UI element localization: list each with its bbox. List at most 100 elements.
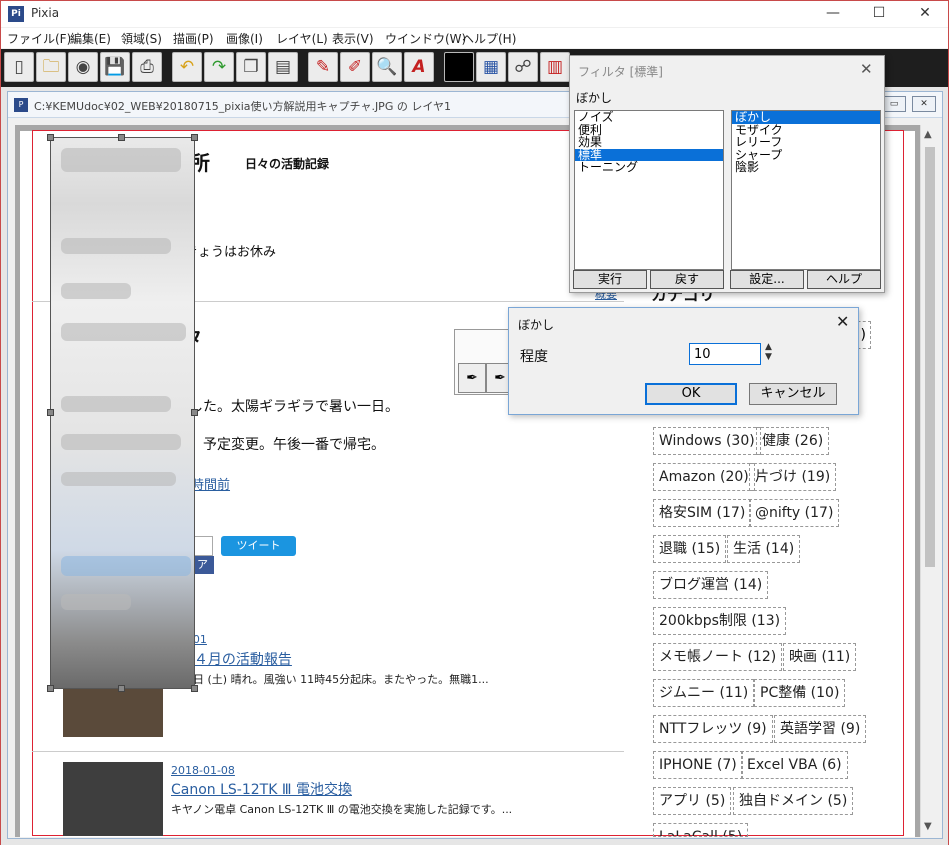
- undo-icon[interactable]: ↶: [172, 52, 202, 82]
- maximize-button[interactable]: ☐: [856, 1, 902, 27]
- blurred-text: [61, 323, 186, 341]
- palette-icon[interactable]: ▥: [540, 52, 570, 82]
- cancel-button[interactable]: キャンセル: [749, 383, 837, 405]
- document-icon: P: [14, 98, 28, 112]
- selection-handle[interactable]: [191, 685, 198, 692]
- category-tag[interactable]: アプリ (5): [653, 787, 732, 815]
- menu-selection[interactable]: 領域(S): [121, 30, 162, 47]
- filter-dialog-title: フィルタ [標準]: [578, 65, 663, 79]
- revert-button[interactable]: 戻す: [650, 270, 724, 289]
- vertical-scrollbar[interactable]: ▲ ▼: [920, 125, 938, 837]
- share-checkbox: [193, 536, 213, 556]
- blurred-button: [61, 556, 191, 576]
- filter-category-list[interactable]: ノイズ 便利 効果 標準 トーニング: [574, 110, 724, 270]
- menu-layer[interactable]: レイヤ(L): [276, 30, 328, 47]
- category-tag[interactable]: 格安SIM (17): [653, 499, 752, 527]
- close-button[interactable]: ✕: [902, 1, 948, 27]
- minimize-button[interactable]: —: [810, 1, 856, 27]
- menu-help[interactable]: ヘルプ(H): [462, 30, 516, 47]
- scroll-down-icon[interactable]: ▼: [924, 821, 932, 832]
- amount-input[interactable]: [689, 343, 761, 365]
- title-bar: Pi Pixia — ☐ ✕: [1, 1, 948, 27]
- category-tag[interactable]: 健康 (26): [756, 427, 830, 455]
- color-swatch-icon[interactable]: ■: [444, 52, 474, 82]
- zoom-icon[interactable]: 🔍: [372, 52, 402, 82]
- select-icon[interactable]: ☍: [508, 52, 538, 82]
- article-thumbnail: [63, 685, 163, 737]
- category-tag[interactable]: PC整備 (10): [754, 679, 846, 707]
- selection-handle[interactable]: [47, 134, 54, 141]
- list-item[interactable]: トーニング: [575, 161, 723, 174]
- post-line: した。太陽ギラギラで暑い一日。: [189, 399, 399, 415]
- blurred-text: [61, 283, 131, 299]
- article-date[interactable]: 2018-01-08: [171, 764, 235, 777]
- list-item[interactable]: 効果: [575, 136, 723, 149]
- pen-icon[interactable]: ✎: [308, 52, 338, 82]
- list-item[interactable]: レリーフ: [732, 136, 880, 149]
- document-restore-button[interactable]: ▭: [882, 96, 906, 112]
- filter-list[interactable]: ぼかし モザイク レリーフ シャープ 陰影: [731, 110, 881, 270]
- category-tag[interactable]: メモ帳ノート (12): [653, 643, 783, 671]
- scroll-up-icon[interactable]: ▲: [924, 129, 932, 140]
- close-icon[interactable]: ✕: [836, 312, 849, 331]
- selection-handle[interactable]: [191, 134, 198, 141]
- scrollbar-thumb[interactable]: [925, 147, 935, 567]
- divider: [32, 751, 624, 752]
- category-tag[interactable]: 独自ドメイン (5): [733, 787, 854, 815]
- category-tag[interactable]: 生活 (14): [727, 535, 801, 563]
- post-time-link[interactable]: 時間前: [191, 474, 230, 493]
- menu-edit[interactable]: 編集(E): [70, 30, 111, 47]
- close-icon[interactable]: ✕: [860, 60, 873, 78]
- selection-handle[interactable]: [47, 685, 54, 692]
- category-tag[interactable]: Amazon (20): [653, 463, 755, 491]
- run-button[interactable]: 実行: [573, 270, 647, 289]
- list-item[interactable]: ノイズ: [575, 111, 723, 124]
- category-tag[interactable]: ジムニー (11): [653, 679, 755, 707]
- layer-icon[interactable]: ▦: [476, 52, 506, 82]
- category-tag[interactable]: 200kbps制限 (13): [653, 607, 787, 635]
- category-tag[interactable]: 映画 (11): [783, 643, 857, 671]
- category-tag[interactable]: @nifty (17): [749, 499, 840, 527]
- category-tag[interactable]: IPHONE (7): [653, 751, 743, 779]
- brush-icon[interactable]: ✐: [340, 52, 370, 82]
- blurred-selection[interactable]: [50, 137, 195, 689]
- tweet-button[interactable]: ツイート: [221, 536, 296, 556]
- save-icon[interactable]: 💾: [100, 52, 130, 82]
- camera-icon[interactable]: ◉: [68, 52, 98, 82]
- selection-handle[interactable]: [47, 409, 54, 416]
- new-file-icon[interactable]: ▯: [4, 52, 34, 82]
- category-tag[interactable]: NTTフレッツ (9): [653, 715, 773, 743]
- text-icon[interactable]: A: [404, 52, 434, 82]
- selection-handle[interactable]: [191, 409, 198, 416]
- help-button[interactable]: ヘルプ: [807, 270, 881, 289]
- redo-icon[interactable]: ↷: [204, 52, 234, 82]
- category-tag[interactable]: 英語学習 (9): [774, 715, 867, 743]
- settings-button[interactable]: 設定...: [730, 270, 804, 289]
- menu-draw[interactable]: 描画(P): [173, 30, 214, 47]
- selection-handle[interactable]: [118, 134, 125, 141]
- category-tag[interactable]: Excel VBA (6): [741, 751, 848, 779]
- list-item[interactable]: 陰影: [732, 161, 880, 174]
- spin-arrows-icon[interactable]: ▲ ▼: [765, 342, 772, 362]
- document-close-button[interactable]: ✕: [912, 96, 936, 112]
- paste-icon[interactable]: ▤: [268, 52, 298, 82]
- category-tag[interactable]: LaLaCall (5): [653, 823, 749, 837]
- category-tag[interactable]: Windows (30): [653, 427, 761, 455]
- pixia-window: Pi Pixia — ☐ ✕ ファイル(F) 編集(E) 領域(S) 描画(P)…: [0, 0, 949, 845]
- ok-button[interactable]: OK: [645, 383, 737, 405]
- list-item-selected[interactable]: ぼかし: [732, 111, 880, 124]
- menu-image[interactable]: 画像(I): [226, 30, 263, 47]
- filter-selected-name: ぼかし: [576, 91, 613, 105]
- tool-thumbnail: ✒ ✒: [454, 329, 514, 395]
- category-tag[interactable]: 片づけ (19): [749, 463, 837, 491]
- copy-icon[interactable]: ❐: [236, 52, 266, 82]
- selection-handle[interactable]: [118, 685, 125, 692]
- category-tag[interactable]: 退職 (15): [653, 535, 727, 563]
- menu-file[interactable]: ファイル(F): [7, 30, 71, 47]
- print-icon[interactable]: ⎙: [132, 52, 162, 82]
- article-title[interactable]: Canon LS-12TK Ⅲ 電池交換: [171, 779, 352, 799]
- menu-window[interactable]: ウインドウ(W): [385, 30, 466, 47]
- category-tag[interactable]: ブログ運営 (14): [653, 571, 769, 599]
- menu-view[interactable]: 表示(V): [332, 30, 374, 47]
- open-folder-icon[interactable]: 🗀: [36, 52, 66, 82]
